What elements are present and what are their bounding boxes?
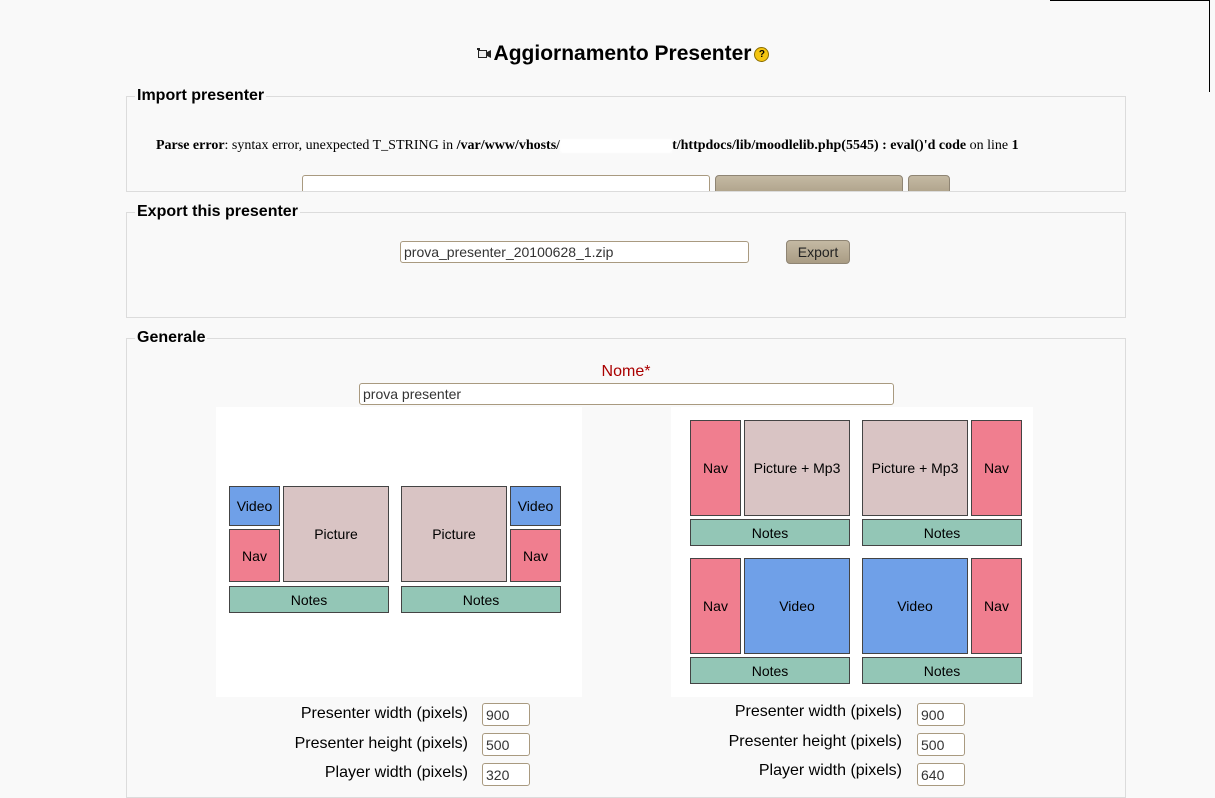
- layout1-nav-box[interactable]: Nav: [229, 529, 280, 582]
- redacted-path: [560, 138, 673, 153]
- layout3-notes-box[interactable]: Notes: [690, 519, 850, 546]
- corner-line: [1050, 0, 1210, 1]
- layout3-picture-mp3-box[interactable]: Picture + Mp3: [744, 420, 850, 516]
- general-legend: Generale: [135, 329, 208, 347]
- left-player-width-input[interactable]: [482, 763, 530, 786]
- layout5-nav-box[interactable]: Nav: [690, 558, 741, 654]
- layout6-video-box[interactable]: Video: [862, 558, 968, 654]
- name-label: Nome*: [601, 363, 651, 380]
- error-path: /var/www/vhosts/t/httpdocs/lib/moodlelib…: [456, 138, 967, 153]
- parse-error-label: Parse error: [156, 138, 225, 153]
- right-presenter-height-input[interactable]: [917, 733, 965, 756]
- export-legend: Export this presenter: [135, 203, 300, 221]
- page-title-text: Aggiornamento Presenter: [493, 42, 752, 65]
- export-filename-input[interactable]: [400, 241, 749, 263]
- layout1-video-box[interactable]: Video: [229, 486, 280, 526]
- layout2-picture-box[interactable]: Picture: [401, 486, 507, 582]
- layout2-notes-box[interactable]: Notes: [401, 586, 561, 613]
- import-legend: Import presenter: [135, 87, 267, 105]
- layout4-picture-mp3-box[interactable]: Picture + Mp3: [862, 420, 968, 516]
- layout5-video-box[interactable]: Video: [744, 558, 850, 654]
- name-input[interactable]: [359, 383, 894, 405]
- parse-error-message: Parse error: syntax error, unexpected T_…: [156, 138, 1019, 153]
- right-player-width-input[interactable]: [917, 763, 965, 786]
- presenter-module-icon: [476, 48, 491, 58]
- page-title: Aggiornamento Presenter ?: [476, 42, 770, 66]
- layout3-nav-box[interactable]: Nav: [690, 420, 741, 516]
- layout-panel-picture: Video Nav Picture Notes Picture Video Na…: [216, 407, 582, 697]
- layout6-nav-box[interactable]: Nav: [971, 558, 1022, 654]
- help-icon[interactable]: ?: [754, 46, 770, 62]
- import-presenter-fieldset: Parse error: syntax error, unexpected T_…: [126, 96, 1126, 192]
- right-presenter-width-label: Presenter width (pixels): [734, 703, 902, 720]
- left-player-width-label: Player width (pixels): [324, 764, 468, 781]
- browse-button[interactable]: [715, 175, 903, 191]
- required-marker: *: [644, 363, 651, 380]
- title-row: Aggiornamento Presenter ?: [0, 42, 1215, 67]
- right-presenter-height-label: Presenter height (pixels): [728, 733, 902, 750]
- right-player-width-label: Player width (pixels): [758, 762, 902, 779]
- layout-panel-video: Nav Picture + Mp3 Notes Picture + Mp3 Na…: [671, 407, 1033, 697]
- layout1-notes-box[interactable]: Notes: [229, 586, 389, 613]
- import-button[interactable]: [908, 175, 950, 191]
- layout6-notes-box[interactable]: Notes: [862, 657, 1022, 684]
- layout4-notes-box[interactable]: Notes: [862, 519, 1022, 546]
- layout5-notes-box[interactable]: Notes: [690, 657, 850, 684]
- left-presenter-height-label: Presenter height (pixels): [294, 735, 468, 752]
- layout2-nav-box[interactable]: Nav: [510, 529, 561, 582]
- export-button[interactable]: Export: [786, 240, 850, 264]
- left-presenter-width-input[interactable]: [482, 703, 530, 726]
- error-line: 1: [1011, 138, 1019, 153]
- import-file-input[interactable]: [302, 175, 710, 191]
- right-presenter-width-input[interactable]: [917, 703, 965, 726]
- layout4-nav-box[interactable]: Nav: [971, 420, 1022, 516]
- left-presenter-height-input[interactable]: [482, 733, 530, 756]
- left-presenter-width-label: Presenter width (pixels): [300, 705, 468, 722]
- export-presenter-fieldset: [126, 212, 1126, 318]
- layout2-video-box[interactable]: Video: [510, 486, 561, 526]
- layout1-picture-box[interactable]: Picture: [283, 486, 389, 582]
